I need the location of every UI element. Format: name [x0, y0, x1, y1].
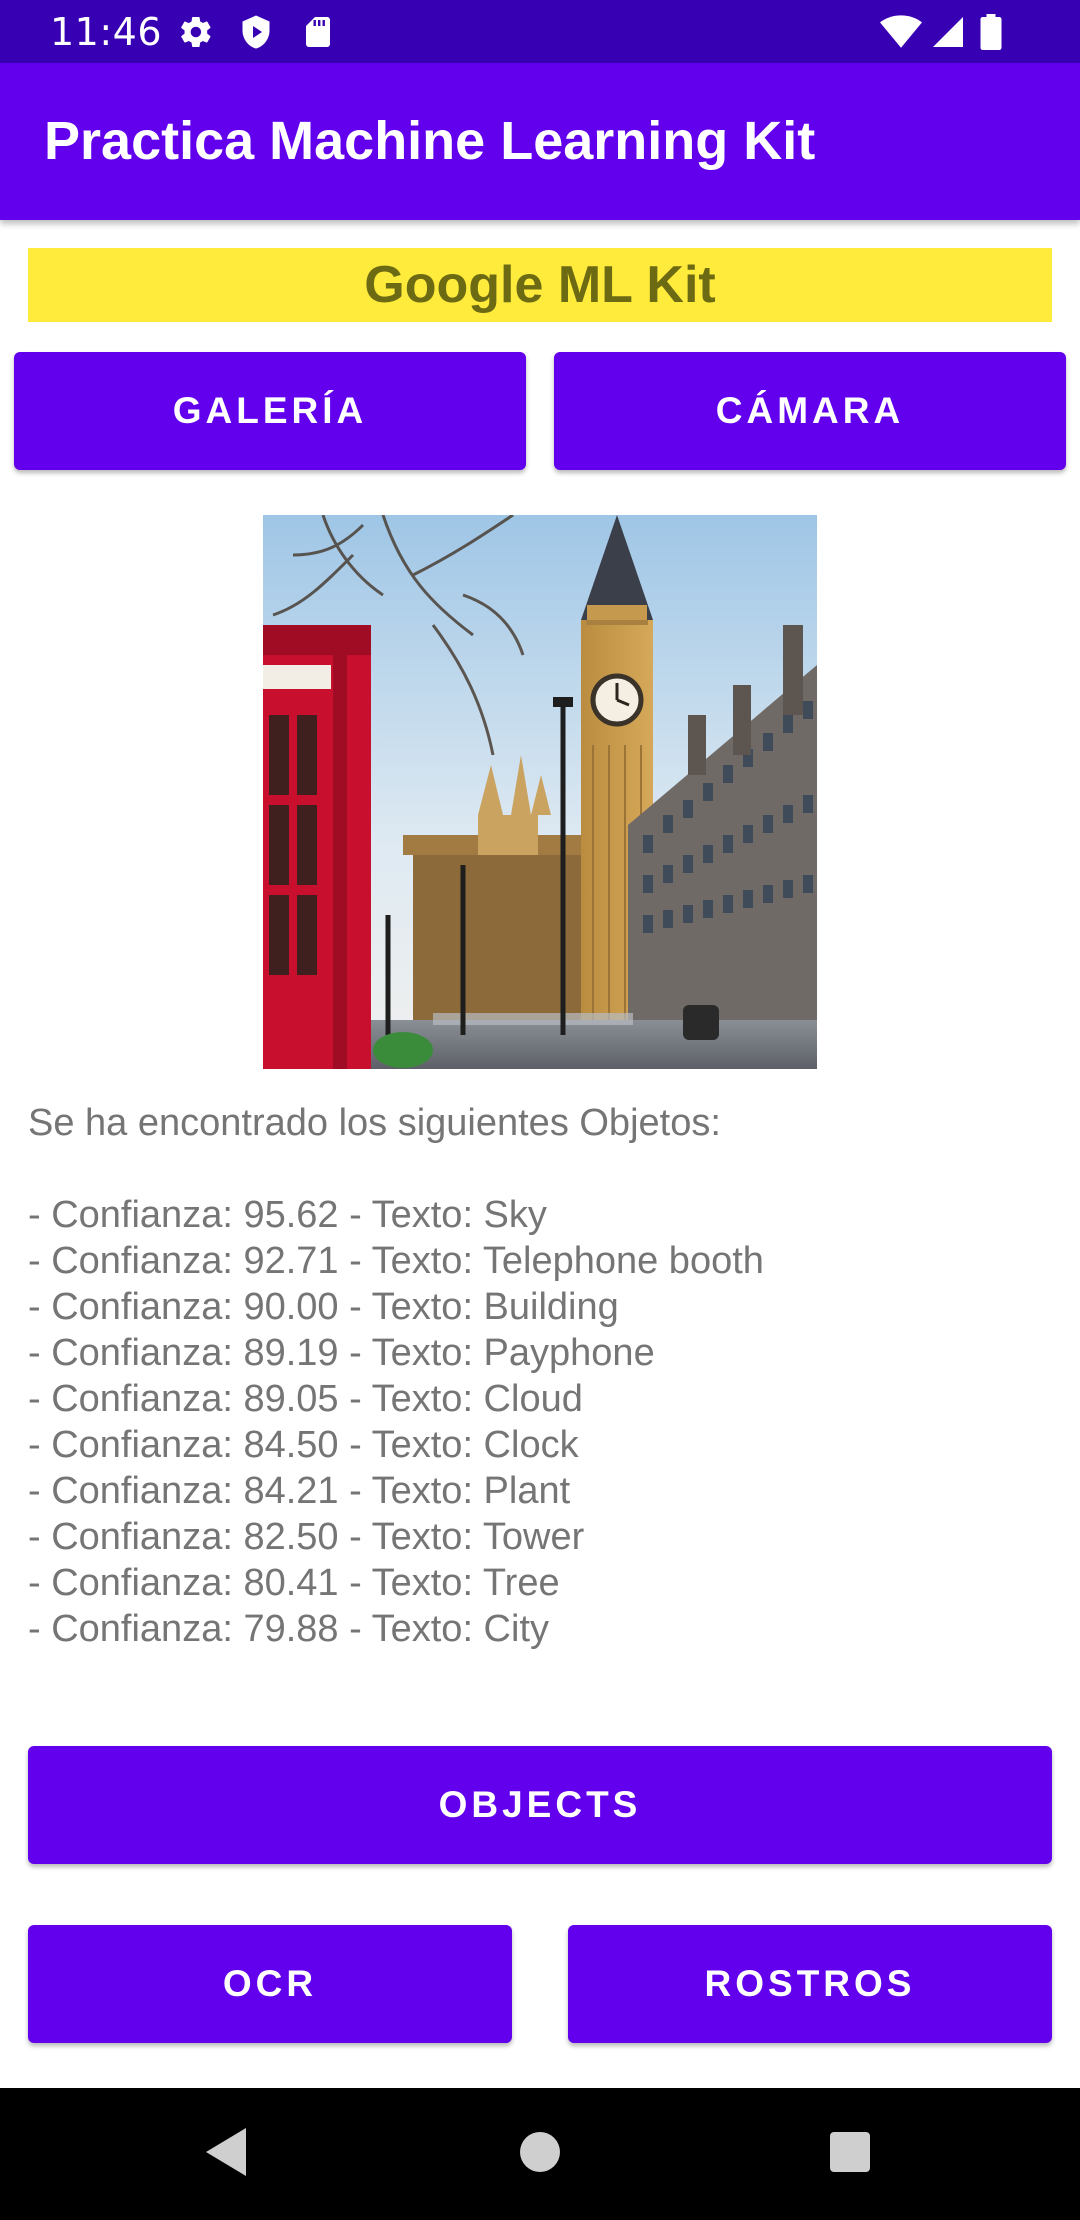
gear-icon [181, 16, 211, 48]
objects-button[interactable]: OBJECTS [28, 1746, 1052, 1864]
shield-play-icon [242, 15, 270, 49]
recents-icon[interactable] [828, 2124, 872, 2180]
google-ml-kit-banner: Google ML Kit [28, 248, 1052, 322]
app-title: Practica Machine Learning Kit [44, 111, 816, 171]
result-line: - Confianza: 90.00 - Texto: Building [28, 1286, 619, 1328]
signal-icon [933, 17, 963, 47]
navigation-bar [0, 2088, 1080, 2220]
camera-button[interactable]: CÁMARA [554, 352, 1066, 470]
london-big-ben-photo-icon [263, 515, 817, 1069]
status-bar: 11:46 [0, 0, 1080, 63]
result-line: - Confianza: 79.88 - Texto: City [28, 1608, 549, 1650]
results-text: Se ha encontrado los siguientes Objetos:… [28, 1100, 1048, 1652]
ocr-button[interactable]: OCR [28, 1925, 512, 2043]
result-line: - Confianza: 92.71 - Texto: Telephone bo… [28, 1240, 764, 1282]
results-heading: Se ha encontrado los siguientes Objetos: [28, 1102, 721, 1144]
faces-button[interactable]: ROSTROS [568, 1925, 1052, 2043]
home-icon[interactable] [518, 2124, 562, 2180]
result-line: - Confianza: 84.50 - Texto: Clock [28, 1424, 579, 1466]
result-line: - Confianza: 95.62 - Texto: Sky [28, 1194, 547, 1236]
battery-icon [980, 14, 1002, 50]
wifi-icon [880, 15, 922, 48]
result-line: - Confianza: 89.05 - Texto: Cloud [28, 1378, 583, 1420]
sd-card-icon [306, 17, 330, 47]
result-line: - Confianza: 89.19 - Texto: Payphone [28, 1332, 655, 1374]
gallery-button[interactable]: GALERÍA [14, 352, 526, 470]
status-time: 11:46 [50, 10, 163, 54]
results-spacer [28, 1146, 1048, 1192]
app-bar: Practica Machine Learning Kit [0, 63, 1080, 220]
analyzed-image [263, 515, 817, 1069]
result-line: - Confianza: 80.41 - Texto: Tree [28, 1562, 560, 1604]
result-line: - Confianza: 84.21 - Texto: Plant [28, 1470, 571, 1512]
result-line: - Confianza: 82.50 - Texto: Tower [28, 1516, 585, 1558]
back-icon[interactable] [200, 2124, 250, 2180]
